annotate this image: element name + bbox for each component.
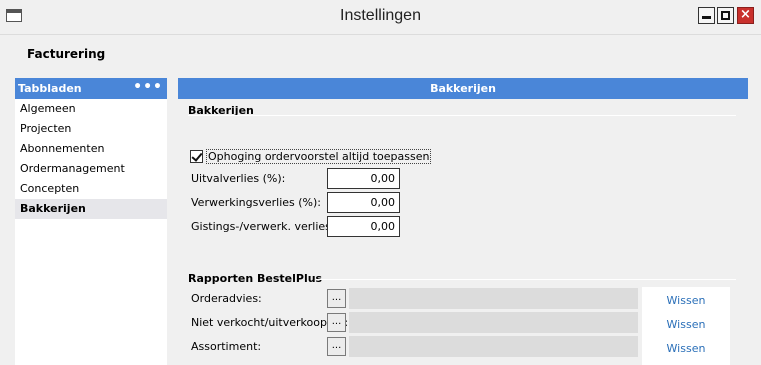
niet-verkocht-field[interactable] [349,312,638,333]
ophoging-checkbox[interactable] [190,150,203,163]
group-divider [188,115,736,116]
sidebar-item-algemeen[interactable]: Algemeen [15,99,167,119]
assortiment-label: Assortiment: [191,340,262,353]
title-bar: Instellingen × [0,0,761,35]
maximize-icon [721,11,730,20]
sidebar-item-ordermanagement[interactable]: Ordermanagement [15,159,167,179]
gistingsverlies-input[interactable]: 0,00 [327,216,400,237]
sidebar-item-projecten[interactable]: Projecten [15,119,167,139]
minimize-button[interactable] [698,7,715,24]
more-icon[interactable]: ••• [133,78,163,97]
content-header: Bakkerijen [178,78,748,99]
group-divider [316,279,736,280]
orderadvies-wissen-link[interactable]: Wissen [642,294,730,307]
sidebar: Tabbladen ••• Algemeen Projecten Abonnem… [15,78,167,365]
ophoging-checkbox-row[interactable]: Ophoging ordervoorstel altijd toepassen [190,149,432,164]
assortiment-wissen-link[interactable]: Wissen [642,342,730,355]
orderadvies-field[interactable] [349,288,638,309]
wissen-panel: Wissen Wissen Wissen [642,287,730,365]
sidebar-item-bakkerijen[interactable]: Bakkerijen [15,199,167,219]
assortiment-browse-button[interactable]: ... [327,337,346,356]
sidebar-header-label: Tabbladen [18,82,82,95]
close-button[interactable]: × [737,7,754,24]
ophoging-checkbox-label[interactable]: Ophoging ordervoorstel altijd toepassen [206,149,432,164]
sidebar-header: Tabbladen ••• [15,78,167,99]
sidebar-item-abonnementen[interactable]: Abonnementen [15,139,167,159]
uitvalverlies-label: Uitvalverlies (%): [191,172,286,185]
niet-verkocht-wissen-link[interactable]: Wissen [642,318,730,331]
group-title-rapporten: Rapporten BestelPlus [188,272,323,285]
verwerkingsverlies-label: Verwerkingsverlies (%): [191,196,322,209]
sidebar-item-concepten[interactable]: Concepten [15,179,167,199]
minimize-icon [702,16,711,19]
window-title: Instellingen [340,7,421,24]
niet-verkocht-browse-button[interactable]: ... [327,313,346,332]
uitvalverlies-input[interactable]: 0,00 [327,168,400,189]
verwerkingsverlies-input[interactable]: 0,00 [327,192,400,213]
orderadvies-label: Orderadvies: [191,292,262,305]
niet-verkocht-label: Niet verkocht/uitverkooptijd: [191,316,349,329]
close-icon: × [740,7,751,22]
assortiment-field[interactable] [349,336,638,357]
orderadvies-browse-button[interactable]: ... [327,289,346,308]
section-title: Facturering [27,47,106,61]
maximize-button[interactable] [717,7,734,24]
